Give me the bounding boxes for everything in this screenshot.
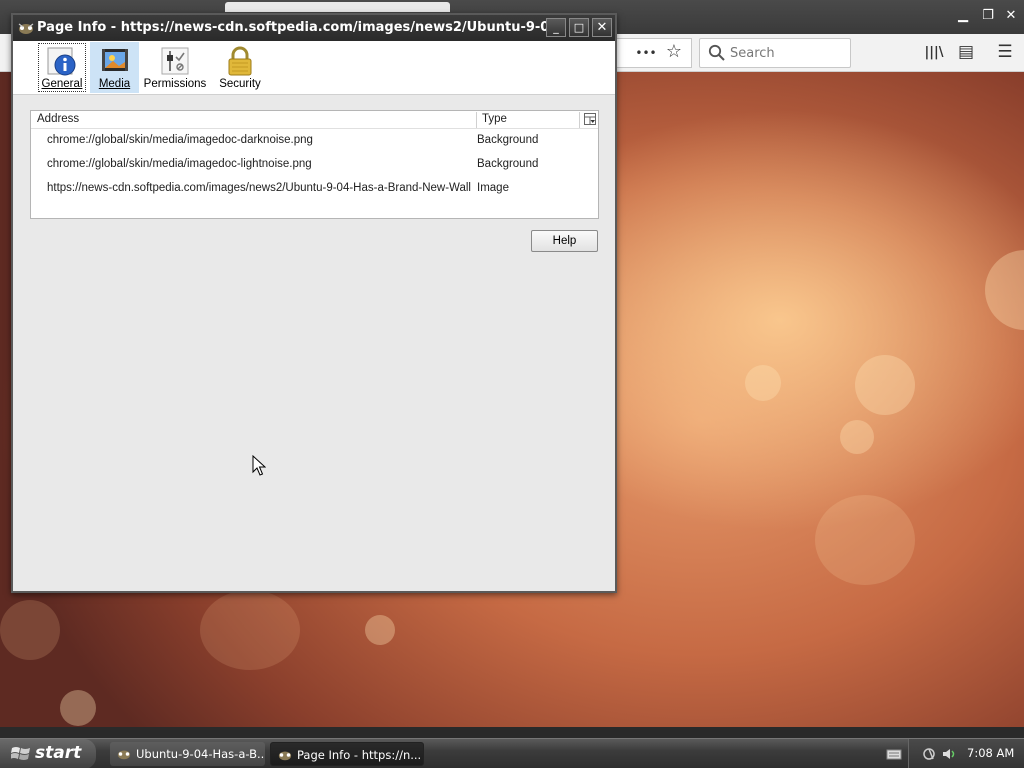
pane-label: Permissions: [143, 78, 207, 90]
tab-general[interactable]: General: [37, 42, 87, 93]
media-row[interactable]: chrome://global/skin/media/imagedoc-dark…: [31, 130, 598, 152]
volume-icon[interactable]: [941, 746, 957, 762]
pane-toolbar: General Media Permissions Security: [13, 41, 615, 95]
taskbar-item-page-info[interactable]: Page Info - https://n...: [270, 742, 424, 766]
bokeh-light: [745, 365, 781, 401]
search-box[interactable]: [699, 38, 851, 68]
page-actions-icon[interactable]: •••: [635, 43, 657, 63]
dialog-close-button[interactable]: ✕: [592, 18, 612, 37]
column-picker-icon[interactable]: [584, 113, 596, 125]
menu-icon[interactable]: ☰: [994, 42, 1016, 62]
tab-media[interactable]: Media: [90, 42, 139, 93]
dialog-body: General Media Permissions Security Addre…: [13, 41, 615, 591]
column-address[interactable]: Address: [37, 113, 79, 125]
dialog-titlebar[interactable]: Page Info - https://news-cdn.softpedia.c…: [13, 15, 615, 41]
app-icon: [18, 23, 34, 34]
network-icon[interactable]: [923, 746, 939, 762]
media-list[interactable]: Address Type chrome://global/skin/media/…: [30, 110, 599, 219]
column-divider[interactable]: [476, 112, 477, 128]
pane-label: Media: [98, 78, 131, 90]
bokeh-light: [985, 250, 1024, 330]
bokeh-light: [200, 590, 300, 670]
bokeh-light: [365, 615, 395, 645]
browser-tab[interactable]: [225, 2, 450, 12]
info-icon: [47, 47, 76, 76]
bokeh-light: [815, 495, 915, 585]
media-address: https://news-cdn.softpedia.com/images/ne…: [47, 182, 471, 194]
media-list-header: Address Type: [31, 111, 598, 129]
tab-permissions[interactable]: Permissions: [142, 42, 208, 93]
media-type: Background: [477, 158, 539, 170]
bookmark-star-icon[interactable]: ☆: [663, 42, 685, 62]
pane-label: General: [41, 78, 83, 90]
lock-icon: [228, 46, 252, 76]
sidebar-icon[interactable]: ▤: [955, 42, 977, 62]
column-divider[interactable]: [579, 112, 580, 128]
pane-label: Security: [219, 78, 261, 90]
start-label: start: [35, 743, 82, 763]
permissions-icon: [161, 47, 189, 75]
tab-security[interactable]: Security: [215, 42, 265, 93]
bokeh-light: [60, 690, 96, 726]
keyboard-icon[interactable]: [886, 746, 902, 762]
app-icon: [117, 750, 131, 760]
media-address: chrome://global/skin/media/imagedoc-dark…: [47, 134, 313, 146]
app-icon: [278, 751, 292, 761]
taskbar-item-label: Ubuntu-9-04-Has-a-B...: [136, 747, 265, 761]
windows-logo-icon: [11, 747, 30, 760]
media-icon: [101, 49, 128, 71]
clock[interactable]: 7:08 AM: [967, 746, 1014, 760]
library-icon[interactable]: |||\: [923, 43, 945, 63]
taskbar: start Ubuntu-9-04-Has-a-B... Page Info -…: [0, 738, 1024, 768]
page-info-dialog: Page Info - https://news-cdn.softpedia.c…: [11, 13, 617, 593]
bokeh-light: [840, 420, 874, 454]
media-type: Background: [477, 134, 539, 146]
dialog-maximize-button[interactable]: □: [569, 18, 589, 37]
taskbar-item-label: Page Info - https://n...: [297, 748, 422, 762]
dialog-minimize-button[interactable]: _: [546, 18, 566, 37]
media-row[interactable]: https://news-cdn.softpedia.com/images/ne…: [31, 178, 598, 200]
help-button[interactable]: Help: [531, 230, 598, 252]
taskbar-item-browser[interactable]: Ubuntu-9-04-Has-a-B...: [110, 742, 265, 766]
system-tray: 7:08 AM: [908, 739, 1024, 768]
start-button[interactable]: start: [0, 739, 96, 768]
browser-restore-button[interactable]: ❐: [977, 6, 999, 26]
bokeh-light: [0, 600, 60, 660]
browser-minimize-button[interactable]: ▁: [952, 6, 974, 26]
media-row[interactable]: chrome://global/skin/media/imagedoc-ligh…: [31, 154, 598, 176]
bokeh-light: [855, 355, 915, 415]
media-address: chrome://global/skin/media/imagedoc-ligh…: [47, 158, 312, 170]
browser-close-button[interactable]: ✕: [1000, 6, 1022, 26]
search-input[interactable]: [730, 44, 845, 62]
dialog-title: Page Info - https://news-cdn.softpedia.c…: [37, 20, 547, 35]
media-type: Image: [477, 182, 509, 194]
column-type[interactable]: Type: [482, 113, 507, 125]
mouse-cursor-icon: [252, 455, 266, 476]
search-icon: [708, 44, 725, 61]
